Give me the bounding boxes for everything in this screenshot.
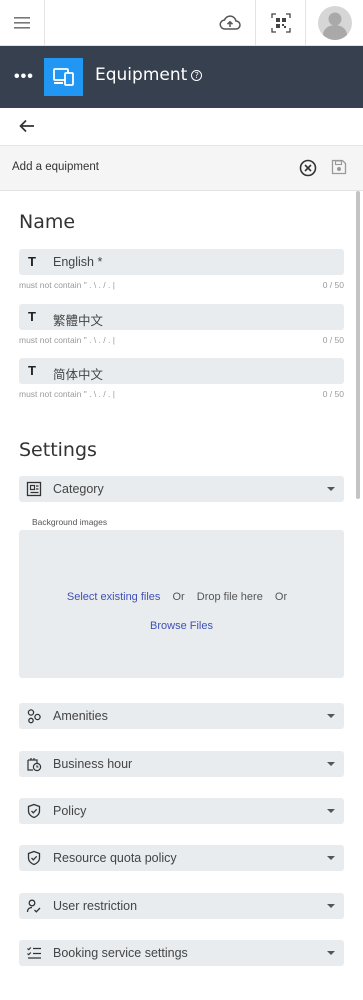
browse-files-link[interactable]: Browse Files [150, 620, 213, 632]
business-hour-select[interactable]: Business hour [19, 751, 344, 777]
or-text: Or [274, 591, 288, 603]
field-label: 简体中文 [53, 367, 104, 382]
cloud-upload-icon[interactable] [208, 0, 252, 45]
field-label: 繁體中文 [53, 313, 104, 328]
chevron-down-icon [327, 809, 335, 813]
user-avatar-icon[interactable] [306, 0, 363, 45]
help-icon[interactable]: ? [191, 70, 203, 81]
select-label: User restriction [53, 899, 138, 913]
user-restriction-icon [26, 898, 42, 914]
char-counter: 0 / 50 [322, 280, 344, 290]
scrollbar-thumb[interactable] [356, 191, 360, 499]
or-text: Or [172, 591, 185, 603]
name-field-traditional-chinese[interactable]: T 繁體中文 [19, 304, 344, 330]
text-type-icon: T [28, 254, 36, 269]
text-type-icon: T [28, 363, 36, 378]
page-title: Equipment? [95, 65, 203, 85]
back-row [0, 108, 363, 146]
quota-shield-icon [26, 850, 42, 866]
select-existing-files-link[interactable]: Select existing files [67, 591, 161, 603]
form-title: Add a equipment [12, 161, 99, 173]
resource-quota-policy-select[interactable]: Resource quota policy [19, 845, 344, 871]
helper-text: must not contain " . \ . / . | 0 / 50 [19, 335, 344, 345]
qr-code-icon[interactable] [256, 0, 305, 45]
chevron-down-icon [327, 487, 335, 491]
chevron-down-icon [327, 951, 335, 955]
devices-icon [44, 58, 83, 96]
char-counter: 0 / 50 [322, 389, 344, 399]
back-arrow-icon[interactable] [19, 119, 35, 138]
select-label: Policy [53, 804, 87, 818]
settings-heading: Settings [19, 439, 97, 461]
file-dropzone[interactable]: Select existing files Or Drop file here … [19, 530, 344, 678]
app-header: ••• Equipment? [0, 46, 363, 108]
chevron-down-icon [327, 762, 335, 766]
close-circle-icon[interactable] [299, 159, 317, 177]
policy-select[interactable]: Policy [19, 798, 344, 824]
more-horizontal-icon[interactable]: ••• [14, 68, 34, 86]
save-icon[interactable] [331, 159, 349, 177]
form-header: Add a equipment [0, 146, 363, 191]
booking-settings-icon [26, 945, 42, 961]
scrollbar[interactable] [355, 191, 361, 1000]
helper-text: must not contain " . \ . / . | 0 / 50 [19, 280, 344, 290]
select-label: Business hour [53, 757, 133, 771]
text-type-icon: T [28, 309, 36, 324]
top-bar [0, 0, 363, 46]
amenities-icon [26, 708, 42, 724]
category-select[interactable]: Category [19, 476, 344, 502]
user-restriction-select[interactable]: User restriction [19, 893, 344, 919]
chevron-down-icon [327, 904, 335, 908]
amenities-select[interactable]: Amenities [19, 703, 344, 729]
select-label: Amenities [53, 709, 108, 723]
select-label: Resource quota policy [53, 851, 177, 865]
policy-shield-icon [26, 803, 42, 819]
chevron-down-icon [327, 714, 335, 718]
helper-text: must not contain " . \ . / . | 0 / 50 [19, 389, 344, 399]
drop-file-text: Drop file here [196, 591, 263, 603]
business-hour-icon [26, 756, 42, 772]
hamburger-icon[interactable] [0, 0, 44, 45]
background-images-label: Background images [32, 517, 108, 527]
chevron-down-icon [327, 856, 335, 860]
category-icon [26, 481, 42, 497]
select-label: Booking service settings [53, 946, 188, 960]
booking-service-settings-select[interactable]: Booking service settings [19, 940, 344, 966]
name-field-english[interactable]: T English * [19, 249, 344, 275]
select-label: Category [53, 482, 104, 496]
name-field-simplified-chinese[interactable]: T 简体中文 [19, 358, 344, 384]
name-heading: Name [19, 211, 76, 233]
field-label: English * [53, 255, 103, 269]
char-counter: 0 / 50 [322, 335, 344, 345]
